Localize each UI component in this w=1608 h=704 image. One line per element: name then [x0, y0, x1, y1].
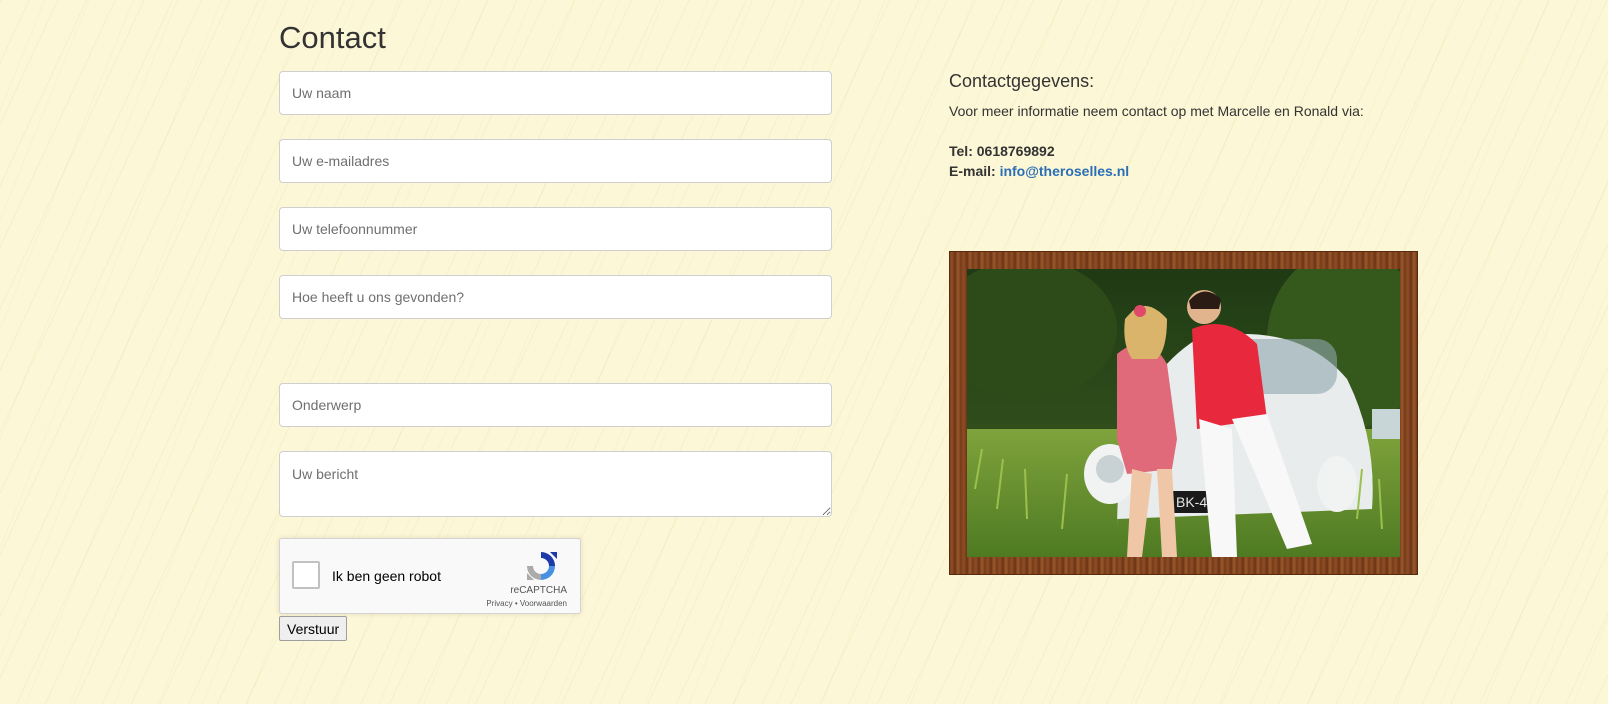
recaptcha-brand: reCAPTCHA [510, 585, 567, 596]
recaptcha-separator: • [512, 599, 520, 608]
recaptcha-links: Privacy • Voorwaarden [486, 599, 567, 608]
found-us-input[interactable] [279, 275, 832, 319]
email-line: E-mail: info@theroselles.nl [949, 163, 1129, 179]
recaptcha-label: Ik ben geen robot [332, 568, 441, 584]
contact-intro: Voor meer informatie neem contact op met… [949, 103, 1364, 119]
recaptcha-logo-icon [527, 552, 557, 580]
phone-line: Tel: 0618769892 [949, 143, 1055, 159]
recaptcha-checkbox[interactable] [292, 561, 320, 589]
subject-input[interactable] [279, 383, 832, 427]
recaptcha-privacy-link[interactable]: Privacy [486, 599, 512, 608]
email-input[interactable] [279, 139, 832, 183]
recaptcha-terms-link[interactable]: Voorwaarden [520, 599, 567, 608]
email-link[interactable]: info@theroselles.nl [1000, 163, 1130, 179]
page-title: Contact [279, 20, 386, 55]
name-input[interactable] [279, 71, 832, 115]
couple-car-photo: BK-45 [967, 269, 1400, 557]
phone-input[interactable] [279, 207, 832, 251]
email-label: E-mail: [949, 163, 1000, 179]
phone-number: 0618769892 [976, 143, 1055, 159]
recaptcha-widget: Ik ben geen robot reCAPTCHA Privacy • Vo… [279, 538, 581, 614]
photo-frame: BK-45 [949, 251, 1418, 575]
submit-button[interactable]: Verstuur [279, 616, 348, 641]
phone-label: Tel: [949, 143, 977, 159]
message-textarea[interactable] [279, 451, 832, 517]
contact-heading: Contactgegevens: [949, 71, 1095, 91]
